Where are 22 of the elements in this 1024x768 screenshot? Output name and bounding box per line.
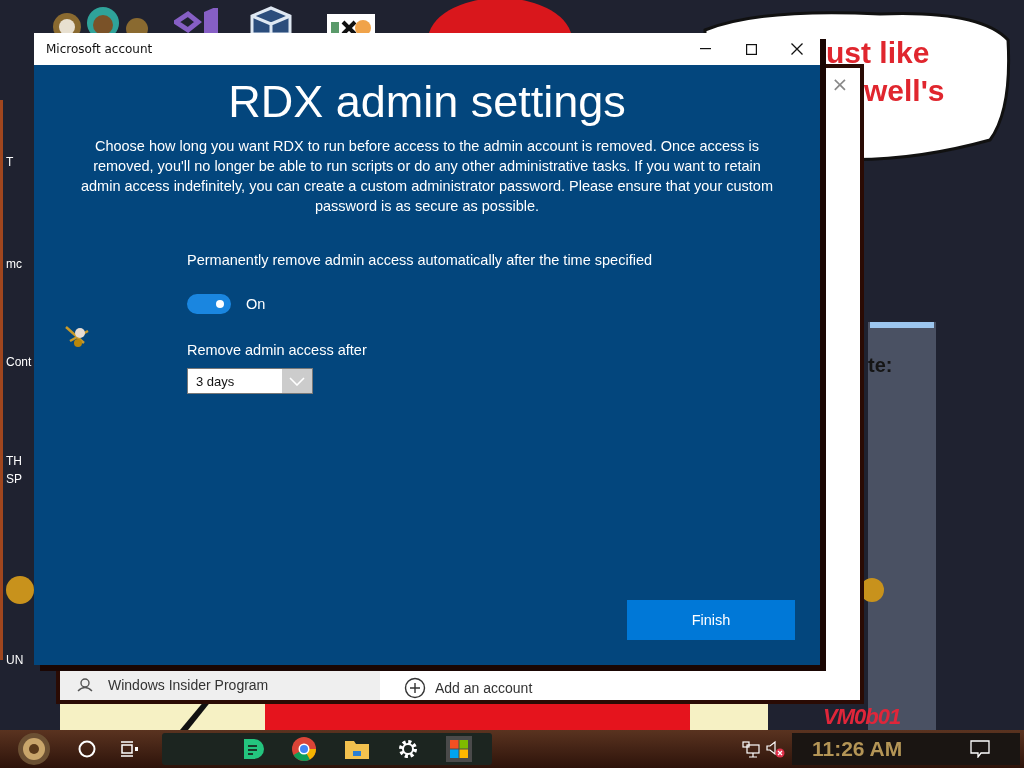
toggle-state-label: On bbox=[246, 296, 266, 312]
desktop-icon-label: UN bbox=[6, 653, 24, 667]
description-text: Choose how long you want RDX to run before access to the admin account is removed. Once access is removed, you'll no longer be able to run scripts or do any other administrative tasks. If you want to retain admin access indefinitely, you can create a custom administrator password. Please ensure that your custom password is as secure as possible. bbox=[79, 137, 774, 216]
add-account-link[interactable]: Add an account bbox=[404, 676, 533, 700]
finish-button[interactable]: Finish bbox=[627, 600, 795, 640]
desktop-icon-label: TH bbox=[6, 454, 22, 468]
duration-dropdown[interactable]: 3 days bbox=[187, 368, 313, 394]
setting-label: Permanently remove admin access automatically after the time specified bbox=[187, 252, 652, 268]
nav-item-label: Windows Insider Program bbox=[108, 677, 269, 693]
setting-label: Remove admin access after bbox=[187, 342, 367, 358]
side-window-text: te: bbox=[868, 354, 893, 377]
desktop-icon-label: T bbox=[6, 155, 14, 169]
desktop-icon-label: SP bbox=[6, 472, 22, 486]
dialog-heading: RDX admin settings bbox=[227, 75, 627, 129]
window-title: Microsoft account bbox=[45, 42, 153, 56]
speech-bubble-text: ust like bbox=[826, 35, 930, 71]
speech-bubble-text: well's bbox=[864, 73, 945, 109]
close-button[interactable]: × bbox=[825, 72, 855, 96]
wallpaper-text: VM0b01 bbox=[823, 704, 901, 730]
desktop-icon-label: Cont bbox=[6, 355, 32, 369]
desktop-icon-label: mc bbox=[6, 257, 22, 271]
nav-item[interactable]: Windows Insider Program bbox=[60, 677, 269, 693]
